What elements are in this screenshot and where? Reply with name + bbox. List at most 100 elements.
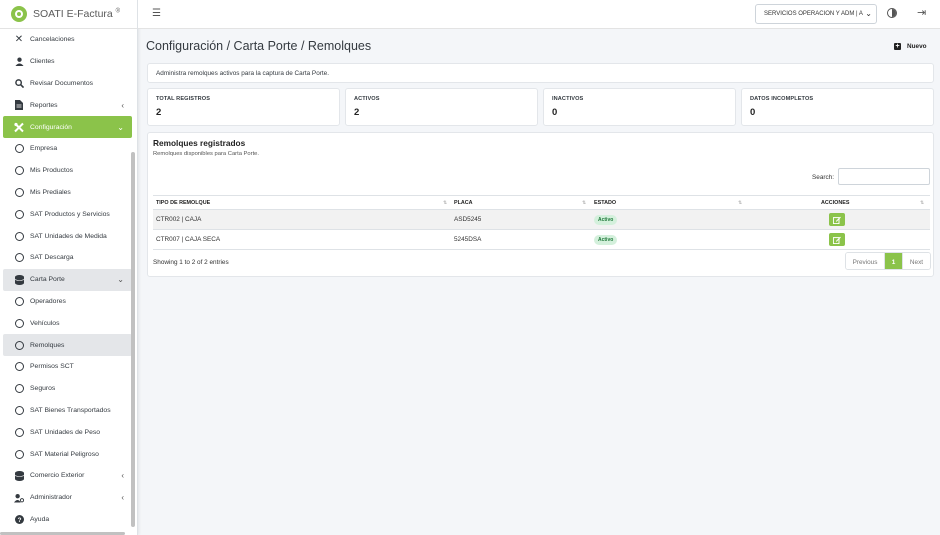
sidebar-item-sat-descarga[interactable]: SAT Descarga [3,247,132,269]
status-badge: Activo [594,235,618,245]
circle-icon [15,340,24,350]
circle-icon [15,405,24,415]
cell-tipo: CTR007 | CAJA SECA [156,236,221,243]
sidebar-item-clientes[interactable]: Clientes [3,51,132,73]
sort-icon[interactable]: ⇅ [582,200,586,206]
sidebar-item-sat-unidades-peso[interactable]: SAT Unidades de Peso [3,421,132,443]
column-header-estado[interactable]: ESTADO [594,200,616,206]
search-input[interactable] [838,168,930,185]
circle-icon [15,231,24,241]
stat-activos: ACTIVOS 2 [345,88,538,126]
sidebar-item-operadores[interactable]: Operadores [3,291,132,313]
stat-value: 0 [750,107,756,118]
sidebar-item-comercio-exterior[interactable]: Comercio Exterior ‹ [3,465,132,487]
search-label: Search: [812,174,835,181]
column-header-placa[interactable]: PLACA [454,200,473,206]
chevron-down-icon: ⌄ [117,275,124,285]
edit-icon [833,216,841,224]
document-icon [14,100,24,111]
sidebar-item-empresa[interactable]: Empresa [3,138,132,160]
edit-button[interactable] [829,233,845,246]
sidebar-item-carta-porte[interactable]: Carta Porte ⌄ [3,268,132,291]
stat-value: 0 [552,107,558,118]
brand[interactable]: SOATI E-Factura ® [0,0,137,29]
sidebar-item-configuracion[interactable]: Configuración ⌄ [3,116,132,138]
page-1-button[interactable]: 1 [885,253,902,269]
status-badge: Activo [594,215,618,225]
sidebar-item-mis-prediales[interactable]: Mis Prediales [3,182,132,204]
hamburger-menu-icon[interactable]: ☰ [152,8,161,19]
sidebar-item-revisar-documentos[interactable]: Revisar Documentos [3,73,132,95]
sort-icon[interactable]: ⇅ [920,200,924,206]
sidebar-item-sat-productos[interactable]: SAT Productos y Servicios [3,203,132,225]
database-icon [14,274,24,285]
close-icon: ✕ [14,34,24,46]
sidebar-item-sat-unidades-medida[interactable]: SAT Unidades de Medida [3,225,132,247]
sidebar-item-reportes[interactable]: Reportes ‹ [3,94,132,116]
table-header: TIPO DE REMOLQUE ⇅ PLACA ⇅ ESTADO ⇅ ACCI… [153,195,930,210]
sidebar-item-vehiculos[interactable]: Vehículos [3,312,132,334]
sidebar: SOATI E-Factura ® ✕ Cancelaciones Cliente… [0,0,138,535]
next-page-button[interactable]: Next [902,253,930,269]
sidebar-item-permisos-sct[interactable]: Permisos SCT [3,356,132,378]
stat-inactivos: INACTIVOS 0 [543,88,736,126]
circle-icon [15,296,24,306]
table-subtitle: Remolques disponibles para Carta Porte. [153,151,260,157]
stat-label: DATOS INCOMPLETOS [750,96,814,102]
column-header-tipo[interactable]: TIPO DE REMOLQUE [156,200,210,206]
circle-icon [15,427,24,437]
info-card: Administra remolques activos para la cap… [147,63,934,83]
circle-icon [15,209,24,219]
page-title: Configuración / Carta Porte / Remolques [146,39,372,53]
table-row: CTR007 | CAJA SECA 5245DSA Activo [153,230,930,250]
brand-logo-icon [11,6,27,22]
table-title: Remolques registrados [153,138,246,148]
stat-label: TOTAL REGISTROS [156,96,211,102]
theme-toggle-icon[interactable] [887,8,897,18]
sidebar-item-mis-productos[interactable]: Mis Productos [3,160,132,182]
stat-label: ACTIVOS [354,96,380,102]
chevron-left-icon: ‹ [121,100,124,110]
tools-icon [14,122,24,132]
company-select[interactable]: SERVICIOS OPERACION Y ADM | A ⌄ [755,4,877,24]
new-button[interactable]: + Nuevo [894,43,927,50]
edit-button[interactable] [829,213,845,226]
previous-page-button[interactable]: Previous [846,253,885,269]
search-icon [14,78,24,88]
app-name: SOATI E-Factura [33,8,113,20]
logout-icon[interactable]: ⇥ [917,6,926,19]
sidebar-item-seguros[interactable]: Seguros [3,378,132,400]
sidebar-item-ayuda[interactable]: ? Ayuda [3,509,132,531]
sidebar-item-cancelaciones[interactable]: ✕ Cancelaciones [3,29,132,51]
chevron-down-icon: ⌄ [117,122,124,132]
sidebar-item-sat-material-peligroso[interactable]: SAT Material Peligroso [3,443,132,465]
database-icon [14,470,24,481]
topbar: ☰ SERVICIOS OPERACION Y ADM | A ⌄ ⇥ [138,0,940,29]
remolques-table-card: Remolques registrados Remolques disponib… [147,132,934,277]
table-row: CTR002 | CAJA ASD5245 Activo [153,210,930,230]
sort-icon[interactable]: ⇅ [443,200,447,206]
circle-icon [15,318,24,328]
sidebar-nav: ✕ Cancelaciones Clientes Revisar Document… [3,29,132,530]
circle-icon [15,449,24,459]
svg-text:?: ? [17,517,21,524]
circle-icon [15,166,24,176]
column-header-acciones: ACCIONES [821,200,850,206]
table-info: Showing 1 to 2 of 2 entries [153,259,229,266]
stat-datos-incompletos: DATOS INCOMPLETOS 0 [741,88,934,126]
edit-icon [833,236,841,244]
sidebar-item-sat-bienes-transportados[interactable]: SAT Bienes Transportados [3,400,132,422]
cell-placa: 5245DSA [454,236,482,243]
cell-placa: ASD5245 [454,216,482,223]
stat-value: 2 [156,107,162,118]
sidebar-scrollbar[interactable] [131,152,135,527]
help-icon: ? [14,514,24,524]
sidebar-item-administrador[interactable]: Administrador ‹ [3,487,132,509]
plus-icon: + [894,43,901,50]
user-icon [14,57,24,67]
sidebar-item-remolques[interactable]: Remolques [3,334,132,356]
chevron-left-icon: ‹ [121,493,124,503]
stat-value: 2 [354,107,360,118]
circle-icon [15,187,24,197]
sort-icon[interactable]: ⇅ [738,200,742,206]
